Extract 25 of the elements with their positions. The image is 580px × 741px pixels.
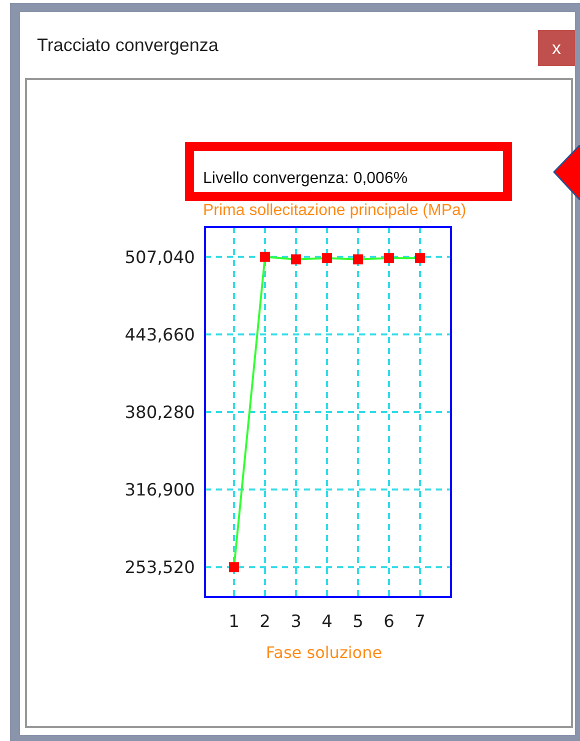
y-tick-label: 380,280 (124, 402, 195, 423)
data-point (415, 253, 425, 264)
data-point (322, 253, 332, 264)
data-point (228, 562, 239, 572)
y-tick-label: 316,900 (124, 480, 195, 501)
x-tick-label: 7 (414, 612, 426, 632)
x-tick-label: 4 (322, 612, 332, 632)
data-point (384, 253, 394, 264)
data-point (291, 254, 301, 264)
x-tick-label: 2 (260, 612, 270, 632)
x-tick-label: 6 (384, 612, 394, 632)
y-tick-label: 443,660 (124, 325, 195, 346)
y-tick-label: 507,040 (124, 248, 195, 268)
x-tick-label: 3 (290, 612, 302, 632)
x-tick-label: 5 (352, 612, 364, 632)
data-point (353, 254, 363, 264)
y-tick-label: 253,520 (124, 558, 195, 578)
close-button[interactable]: x (538, 30, 575, 66)
data-point (260, 252, 270, 262)
convergence-level: Livello convergenza: 0,006% (203, 169, 409, 189)
window-title: Tracciato convergenza (37, 34, 218, 57)
x-tick-label: 1 (228, 612, 240, 632)
pointer-arrow (553, 145, 580, 200)
chart-title: Prima sollecitazione principale (MPa) (203, 201, 468, 221)
x-axis-title: Fase soluzione (266, 643, 382, 662)
